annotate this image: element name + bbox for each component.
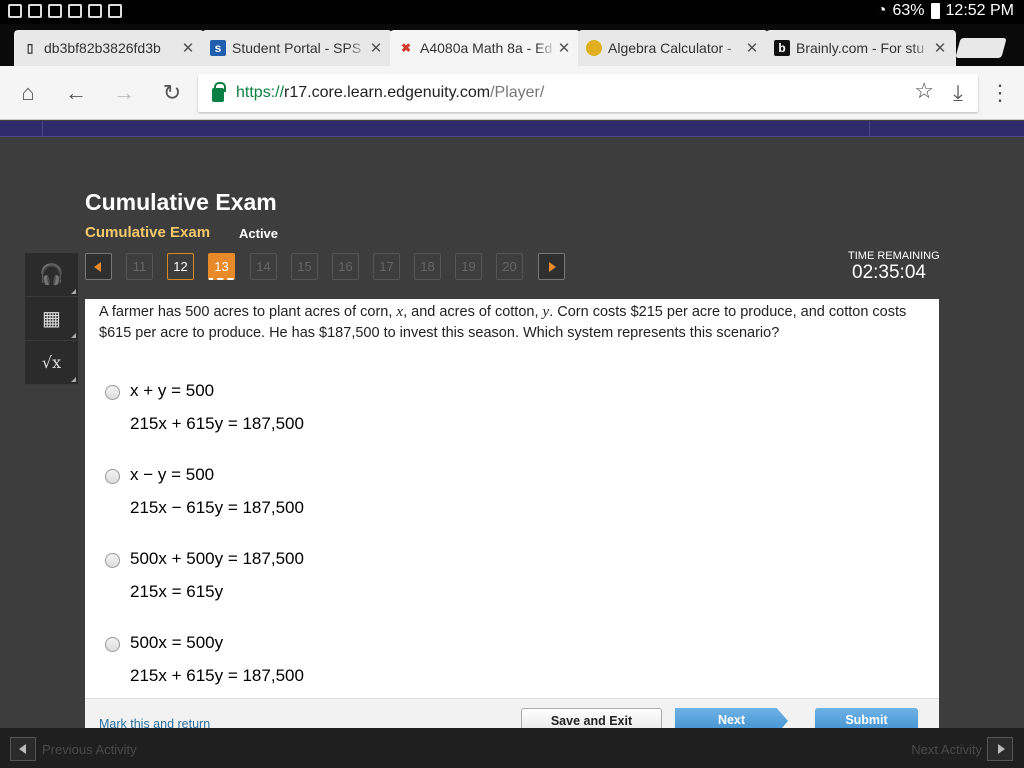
next-activity-button[interactable] xyxy=(987,737,1013,761)
question-panel: A farmer has 500 acres to plant acres of… xyxy=(85,299,939,734)
battery-percent: 63% xyxy=(892,2,925,19)
arrow-left-icon xyxy=(94,262,101,272)
portal-icon: s xyxy=(210,40,226,56)
arrow-right-icon xyxy=(549,262,556,272)
timer-value: 02:35:04 xyxy=(852,262,926,283)
radio-button[interactable] xyxy=(105,553,120,568)
calculator-icon[interactable]: ▦ xyxy=(25,297,78,341)
browser-tab[interactable]: b Brainly.com - For stu ✕ xyxy=(766,30,956,66)
browser-toolbar: ⌂ ← → ↻ https://r17.core.learn.edgenuity… xyxy=(0,66,1024,120)
activity-nav-bar: Previous Activity Next Activity xyxy=(0,728,1024,768)
browser-tab-active[interactable]: ✖ A4080a Math 8a - Ed ✕ xyxy=(390,30,580,66)
app-header-bar xyxy=(0,121,1024,137)
tab-label: db3bf82b3826fd3b xyxy=(44,40,161,56)
notification-icon xyxy=(88,4,102,18)
notification-icon xyxy=(108,4,122,18)
divider xyxy=(869,121,870,137)
timer-label: TIME REMAINING xyxy=(848,250,940,262)
forward-icon[interactable]: → xyxy=(110,79,138,107)
browser-tab[interactable]: s Student Portal - SPS ✕ xyxy=(202,30,392,66)
radio-button[interactable] xyxy=(105,385,120,400)
question-13[interactable]: 13 xyxy=(208,253,235,280)
tab-label: Algebra Calculator - xyxy=(608,40,732,56)
question-12[interactable]: 12 xyxy=(167,253,194,280)
next-activity-label[interactable]: Next Activity xyxy=(911,742,982,757)
prev-question-button[interactable] xyxy=(85,253,112,280)
question-14[interactable]: 14 xyxy=(250,253,277,280)
question-footer: Mark this and return Save and Exit Next … xyxy=(85,698,939,734)
radio-button[interactable] xyxy=(105,637,120,652)
question-20[interactable]: 20 xyxy=(496,253,523,280)
headphones-icon[interactable]: 🎧 xyxy=(25,253,78,297)
new-tab-button[interactable] xyxy=(955,38,1007,58)
browser-tab[interactable]: Algebra Calculator - ✕ xyxy=(578,30,768,66)
question-18[interactable]: 18 xyxy=(414,253,441,280)
equation-line: 215x + 615y = 187,500 xyxy=(130,666,304,685)
exam-status: Active xyxy=(239,226,279,241)
previous-activity-label[interactable]: Previous Activity xyxy=(42,742,137,757)
close-icon[interactable]: ✕ xyxy=(180,39,196,57)
question-16[interactable]: 16 xyxy=(332,253,359,280)
notification-icon xyxy=(48,4,62,18)
equation-line: 500x = 500y xyxy=(130,633,224,652)
previous-activity-button[interactable] xyxy=(10,737,36,761)
equation-line: 215x = 615y xyxy=(130,582,224,601)
url-host: r17.core.learn.edgenuity.com xyxy=(284,84,491,101)
equation-line: 215x − 615y = 187,500 xyxy=(130,498,304,517)
download-icon[interactable]: ⤓ xyxy=(944,79,972,107)
question-15[interactable]: 15 xyxy=(291,253,318,280)
menu-icon[interactable]: ⋮ xyxy=(986,79,1014,107)
exam-title: Cumulative Exam xyxy=(85,189,277,215)
next-question-button[interactable] xyxy=(538,253,565,280)
tab-label: Brainly.com - For stu xyxy=(796,40,925,56)
tool-sidebar: 🎧 ▦ √x xyxy=(25,253,78,385)
close-icon[interactable]: ✕ xyxy=(556,39,572,57)
brainly-icon: b xyxy=(774,40,790,56)
equation-line: x + y = 500 xyxy=(130,381,215,400)
tab-label: A4080a Math 8a - Ed xyxy=(420,40,553,56)
close-icon[interactable]: ✕ xyxy=(932,39,948,57)
equation-line: 500x + 500y = 187,500 xyxy=(130,549,304,568)
close-icon[interactable]: ✕ xyxy=(744,39,760,57)
battery-icon xyxy=(930,3,940,19)
notification-icons xyxy=(8,4,122,18)
close-icon[interactable]: ✕ xyxy=(368,39,384,57)
status-bar: ◔ 63% 12:52 PM xyxy=(0,0,1024,24)
bookmark-star-icon[interactable]: ☆ xyxy=(914,78,934,104)
question-11[interactable]: 11 xyxy=(126,253,153,280)
equation-line: 215x + 615y = 187,500 xyxy=(130,414,304,433)
clock: 12:52 PM xyxy=(945,2,1014,19)
notification-icon xyxy=(68,4,82,18)
radio-button[interactable] xyxy=(105,469,120,484)
notification-icon xyxy=(28,4,42,18)
exam-subtitle: Cumulative Exam xyxy=(85,224,211,241)
reload-icon[interactable]: ↻ xyxy=(158,79,186,107)
divider xyxy=(42,121,43,137)
formula-icon[interactable]: √x xyxy=(25,341,78,385)
edgenuity-icon: ✖ xyxy=(400,41,412,55)
question-17[interactable]: 17 xyxy=(373,253,400,280)
tab-strip: ▯ db3bf82b3826fd3b ✕ s Student Portal - … xyxy=(0,24,1024,66)
question-19[interactable]: 19 xyxy=(455,253,482,280)
exam-page: Cumulative Exam Cumulative Exam Active 🎧… xyxy=(0,121,1024,734)
notification-icon xyxy=(8,4,22,18)
document-icon: ▯ xyxy=(26,41,34,55)
back-icon[interactable]: ← xyxy=(62,79,90,107)
address-bar[interactable]: https://r17.core.learn.edgenuity.com/Pla… xyxy=(198,74,978,112)
url-scheme: https:// xyxy=(236,84,285,101)
lock-icon xyxy=(212,82,226,102)
equation-line: x − y = 500 xyxy=(130,465,215,484)
calculator-site-icon xyxy=(586,40,602,56)
browser-tab[interactable]: ▯ db3bf82b3826fd3b ✕ xyxy=(14,30,204,66)
tab-label: Student Portal - SPS xyxy=(232,40,362,56)
question-text: A farmer has 500 acres to plant acres of… xyxy=(99,304,907,341)
url-path: /Player/ xyxy=(490,84,545,101)
wifi-icon: ◔ xyxy=(876,2,887,19)
home-icon[interactable]: ⌂ xyxy=(14,79,42,107)
